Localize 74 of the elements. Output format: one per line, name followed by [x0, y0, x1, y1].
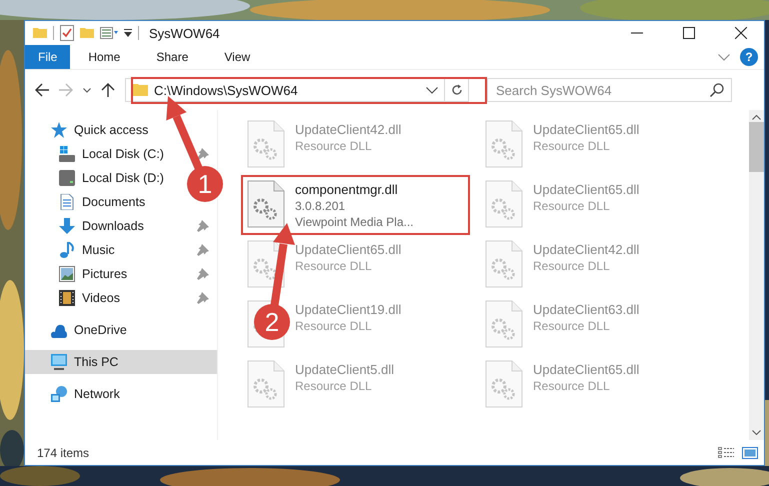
- file-detail: Resource DLL: [295, 138, 373, 154]
- recent-button[interactable]: [83, 88, 91, 92]
- item-count: 174 items: [37, 446, 90, 460]
- nav-item[interactable]: Network: [25, 382, 124, 406]
- file-detail: Resource DLL: [533, 318, 611, 334]
- nav-item[interactable]: Local Disk (D:): [25, 166, 168, 190]
- view-options-icon[interactable]: [100, 27, 118, 39]
- file-detail: Resource DLL: [295, 378, 373, 394]
- star-icon: [51, 122, 67, 138]
- picture-icon: [59, 266, 75, 282]
- scrollbar[interactable]: [749, 110, 764, 440]
- chevron-down-icon[interactable]: [718, 54, 730, 60]
- file-detail: Resource DLL: [533, 378, 611, 394]
- search-icon[interactable]: [710, 83, 724, 97]
- file-icon: [485, 180, 523, 228]
- file-detail: Viewpoint Media Pla...: [295, 214, 414, 230]
- nav-item[interactable]: Videos: [25, 286, 217, 310]
- nav-item[interactable]: Quick access: [25, 118, 152, 142]
- up-icon: [101, 83, 115, 97]
- ribbon-tab[interactable]: View: [206, 45, 268, 69]
- window-title: SysWOW64: [149, 26, 221, 40]
- large-icons-view-icon[interactable]: [742, 446, 758, 458]
- nav-item[interactable]: Downloads: [25, 214, 217, 238]
- file-detail: Resource DLL: [295, 318, 373, 334]
- file-detail: Resource DLL: [533, 198, 611, 214]
- nav-item[interactable]: Pictures: [25, 262, 217, 286]
- file-icon: [247, 180, 285, 228]
- details-view-icon[interactable]: [718, 446, 734, 458]
- ribbon-tab[interactable]: File: [25, 45, 70, 69]
- recent-icon: [83, 88, 91, 92]
- customize-icon[interactable]: [124, 29, 132, 37]
- search-field[interactable]: Search SysWOW64: [487, 78, 732, 102]
- file-detail: Resource DLL: [533, 138, 611, 154]
- nav-item[interactable]: This PC: [25, 350, 217, 374]
- ribbon-tab[interactable]: Home: [70, 45, 138, 69]
- file-detail: 3.0.8.201: [295, 198, 346, 214]
- download-arrow-icon: [59, 218, 75, 234]
- file-icon: [247, 240, 285, 288]
- file-name[interactable]: componentmgr.dll: [295, 182, 414, 198]
- folder-icon: [132, 84, 148, 96]
- ribbon-tab[interactable]: Share: [138, 45, 206, 69]
- file-icon: [247, 120, 285, 168]
- forward-icon: [59, 83, 73, 97]
- cloud-icon: [51, 322, 67, 338]
- file-icon: [247, 360, 285, 408]
- network-icon: [51, 386, 67, 402]
- file-detail: Resource DLL: [533, 258, 611, 274]
- scroll-up-icon[interactable]: [752, 115, 761, 120]
- back-icon: [35, 83, 49, 97]
- film-icon: [59, 290, 75, 306]
- nav-item[interactable]: Local Disk (C:): [25, 142, 217, 166]
- music-note-icon: [59, 242, 75, 258]
- monitor-icon: [51, 354, 67, 370]
- scroll-down-icon[interactable]: [752, 430, 761, 435]
- file-icon: [485, 120, 523, 168]
- close-icon: [735, 27, 747, 39]
- back-button[interactable]: [35, 83, 49, 97]
- nav-item[interactable]: Documents: [25, 190, 150, 214]
- nav-item[interactable]: OneDrive: [25, 318, 131, 342]
- maximize-icon: [683, 27, 695, 39]
- file-icon: [485, 240, 523, 288]
- file-detail: Resource DLL: [295, 258, 373, 274]
- refresh-icon: [450, 84, 462, 96]
- drive-icon: [59, 146, 75, 162]
- file-icon: [485, 360, 523, 408]
- scrollbar-thumb[interactable]: [749, 122, 764, 172]
- properties-icon[interactable]: [60, 25, 74, 41]
- drive-icon: [59, 170, 75, 186]
- up-button[interactable]: [101, 83, 115, 97]
- file-icon: [485, 300, 523, 348]
- dropdown-icon[interactable]: [426, 86, 438, 94]
- nav-item[interactable]: Music: [25, 238, 217, 262]
- document-icon: [59, 194, 75, 210]
- help-button[interactable]: ?: [740, 48, 758, 66]
